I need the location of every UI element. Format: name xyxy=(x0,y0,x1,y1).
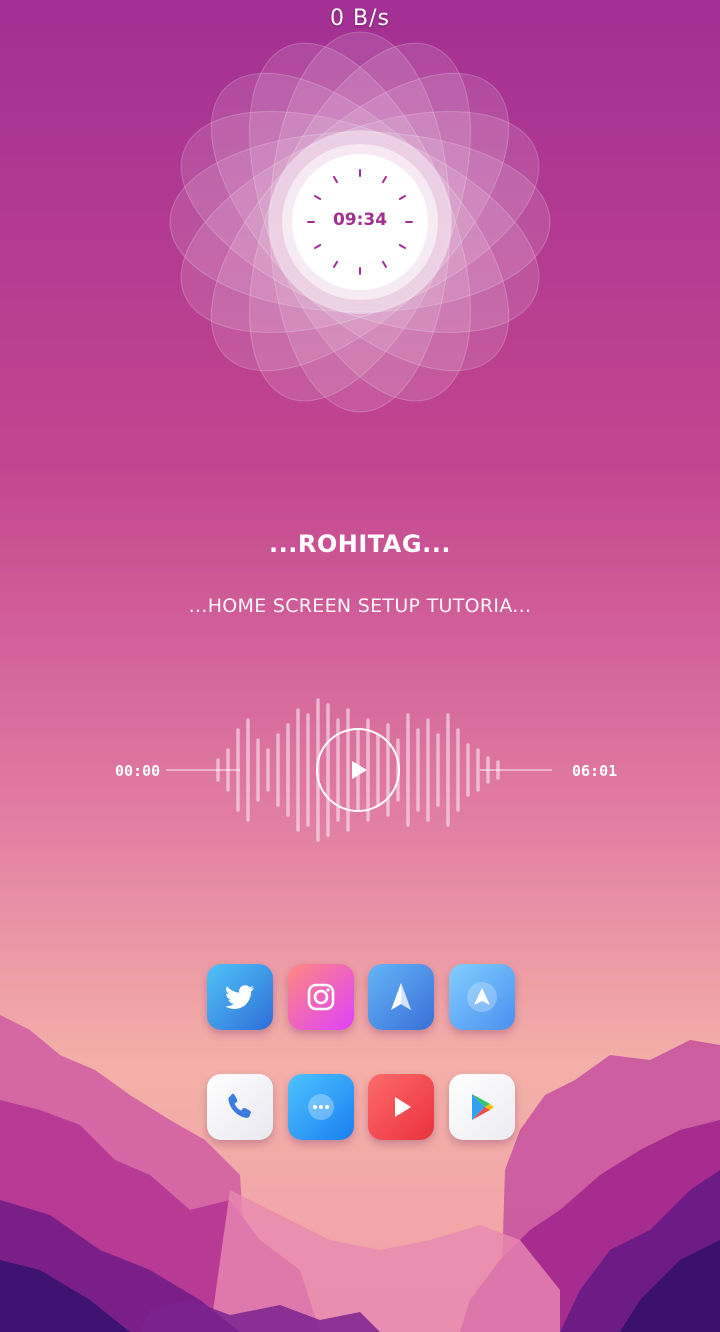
track-subtitle: ...HOME SCREEN SETUP TUTORIA... xyxy=(188,595,532,617)
app-dock-row-2 xyxy=(207,1074,515,1140)
messages-app[interactable] xyxy=(287,1074,354,1140)
play-button[interactable] xyxy=(316,728,400,812)
navigation-app[interactable] xyxy=(368,964,435,1030)
play-store-app[interactable] xyxy=(448,1074,515,1140)
youtube-app[interactable] xyxy=(368,1074,435,1140)
app-dock-row-1 xyxy=(207,964,515,1030)
navigation-arrow-icon xyxy=(466,982,497,1012)
play-icon xyxy=(352,761,367,779)
paper-plane-icon xyxy=(391,983,412,1010)
track-title: ...ROHITAG... xyxy=(269,530,451,558)
twitter-bird-icon xyxy=(225,985,254,1009)
twitter-app[interactable] xyxy=(207,964,273,1030)
clock-time: 09:34 xyxy=(332,210,388,230)
play-icon xyxy=(395,1097,412,1117)
phone-app[interactable] xyxy=(207,1074,273,1140)
phone-icon xyxy=(228,1093,251,1118)
total-duration: 06:01 xyxy=(572,762,618,780)
instagram-camera-icon xyxy=(307,983,334,1011)
chat-bubble-icon xyxy=(307,1094,334,1120)
instagram-app[interactable] xyxy=(287,964,354,1030)
navigation-2-app[interactable] xyxy=(448,964,515,1030)
play-store-icon xyxy=(471,1094,494,1120)
elapsed-time: 00:00 xyxy=(115,762,161,780)
